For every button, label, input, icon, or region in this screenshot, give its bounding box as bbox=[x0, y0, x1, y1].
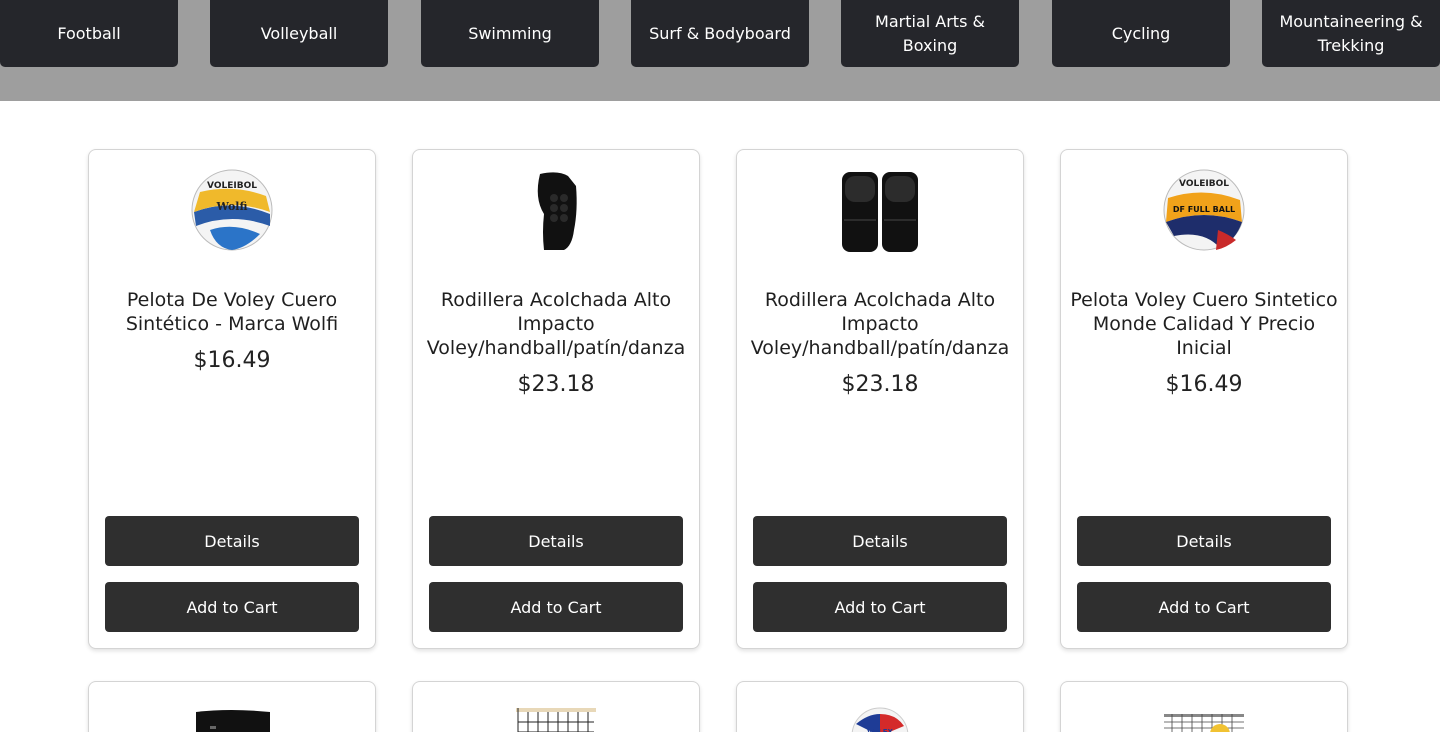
product-price: $16.49 bbox=[1165, 372, 1243, 397]
product-card: VOLEIBOL DF FULL BALL Pelota Voley Cuero… bbox=[1060, 149, 1348, 649]
product-image-knee-pad[interactable] bbox=[413, 168, 699, 254]
svg-text:VOLEX: VOLEX bbox=[867, 728, 893, 732]
product-title: Rodillera Acolchada Alto Impacto Voley/h… bbox=[750, 289, 1010, 359]
product-image-net[interactable] bbox=[413, 706, 699, 732]
details-button[interactable]: Details bbox=[105, 516, 359, 566]
product-price: $23.18 bbox=[841, 372, 919, 397]
svg-text:DF FULL BALL: DF FULL BALL bbox=[1173, 205, 1235, 214]
svg-text:VOLEIBOL: VOLEIBOL bbox=[207, 181, 257, 191]
product-card: Rodillera Acolchada Alto Impacto Voley/h… bbox=[412, 149, 700, 649]
product-price: $23.18 bbox=[517, 372, 595, 397]
category-mountaineering-trekking[interactable]: Mountaineering & Trekking bbox=[1262, 0, 1440, 67]
details-button[interactable]: Details bbox=[753, 516, 1007, 566]
product-image-volleyball-ball[interactable]: VOLEX bbox=[737, 706, 1023, 732]
product-card: VOLEX bbox=[736, 681, 1024, 732]
category-surf-bodyboard[interactable]: Surf & Bodyboard bbox=[631, 0, 809, 67]
product-card bbox=[1060, 681, 1348, 732]
svg-text:VOLEIBOL: VOLEIBOL bbox=[1179, 179, 1229, 189]
product-card: VOLEIBOL Wolfi Pelota De Voley Cuero Sin… bbox=[88, 149, 376, 649]
product-card: Rodillera Acolchada Alto Impacto Voley/h… bbox=[736, 149, 1024, 649]
product-image-sleeve[interactable] bbox=[89, 706, 375, 732]
product-card bbox=[412, 681, 700, 732]
details-button[interactable]: Details bbox=[429, 516, 683, 566]
add-to-cart-button[interactable]: Add to Cart bbox=[105, 582, 359, 632]
product-card bbox=[88, 681, 376, 732]
add-to-cart-button[interactable]: Add to Cart bbox=[429, 582, 683, 632]
svg-text:Wolfi: Wolfi bbox=[216, 200, 248, 213]
details-button[interactable]: Details bbox=[1077, 516, 1331, 566]
product-title: Pelota De Voley Cuero Sintético - Marca … bbox=[125, 289, 339, 335]
category-football[interactable]: Football bbox=[0, 0, 178, 67]
product-image-volleyball-ball[interactable]: VOLEIBOL DF FULL BALL bbox=[1061, 168, 1347, 254]
category-martial-arts-boxing[interactable]: Martial Arts & Boxing bbox=[841, 0, 1019, 67]
product-image-knee-pads[interactable] bbox=[737, 168, 1023, 254]
product-image-volleyball-ball[interactable]: VOLEIBOL Wolfi bbox=[89, 168, 375, 254]
add-to-cart-button[interactable]: Add to Cart bbox=[1077, 582, 1331, 632]
category-swimming[interactable]: Swimming bbox=[421, 0, 599, 67]
add-to-cart-button[interactable]: Add to Cart bbox=[753, 582, 1007, 632]
product-price: $16.49 bbox=[193, 348, 271, 373]
category-volleyball[interactable]: Volleyball bbox=[210, 0, 388, 67]
category-cycling[interactable]: Cycling bbox=[1052, 0, 1230, 67]
product-title: Rodillera Acolchada Alto Impacto Voley/h… bbox=[426, 289, 686, 359]
product-title: Pelota Voley Cuero Sintetico Monde Calid… bbox=[1070, 289, 1338, 359]
product-image-net-ball[interactable] bbox=[1061, 706, 1347, 732]
